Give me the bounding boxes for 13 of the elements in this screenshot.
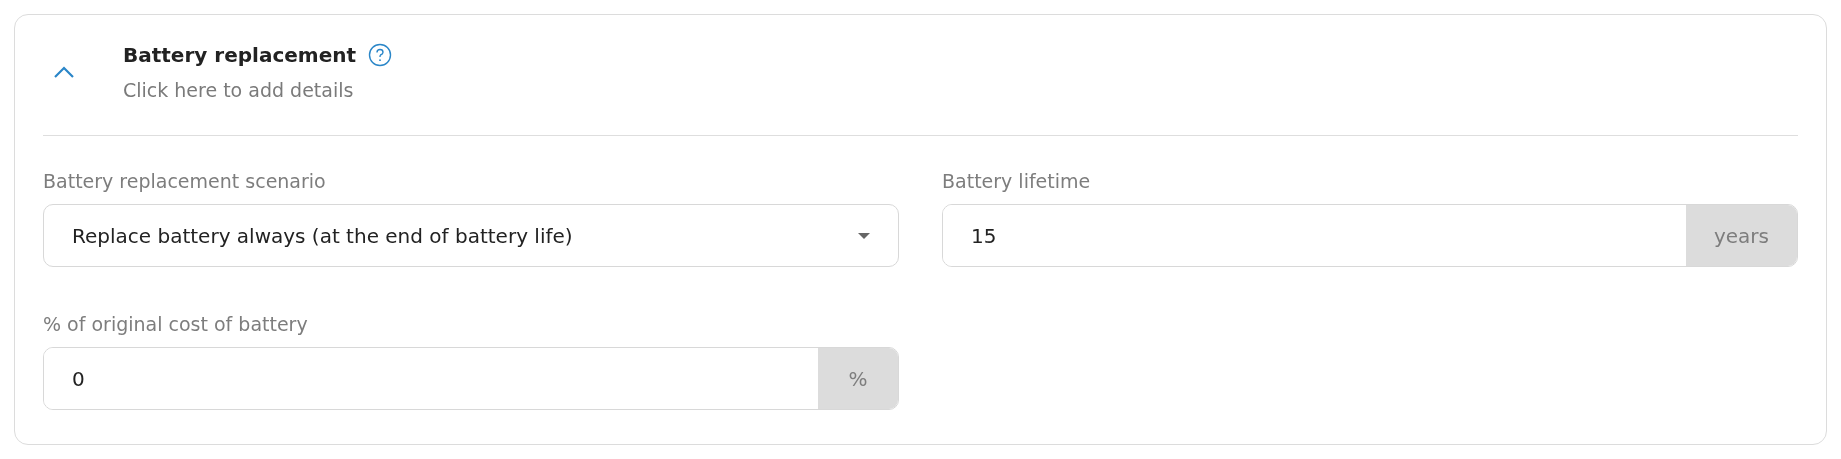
input-field[interactable]: 15 years bbox=[942, 204, 1798, 267]
unit-addon: % bbox=[818, 348, 898, 409]
field-label: Battery lifetime bbox=[942, 170, 1092, 192]
dropdown-field[interactable]: Replace battery always (at the end of battery life) bbox=[43, 204, 899, 267]
section-title: Battery replacement bbox=[123, 43, 356, 67]
unit-addon: years bbox=[1685, 205, 1797, 266]
caret-icon bbox=[858, 232, 870, 239]
section-subtitle[interactable]: Click here to add details bbox=[123, 79, 392, 101]
chevron-icon[interactable] bbox=[53, 65, 75, 79]
help-icon[interactable] bbox=[368, 43, 392, 67]
field-label: Battery replacement scenario bbox=[43, 170, 327, 192]
field-label: % of original cost of battery bbox=[43, 313, 309, 335]
input-field[interactable]: 0 % bbox=[43, 347, 899, 410]
